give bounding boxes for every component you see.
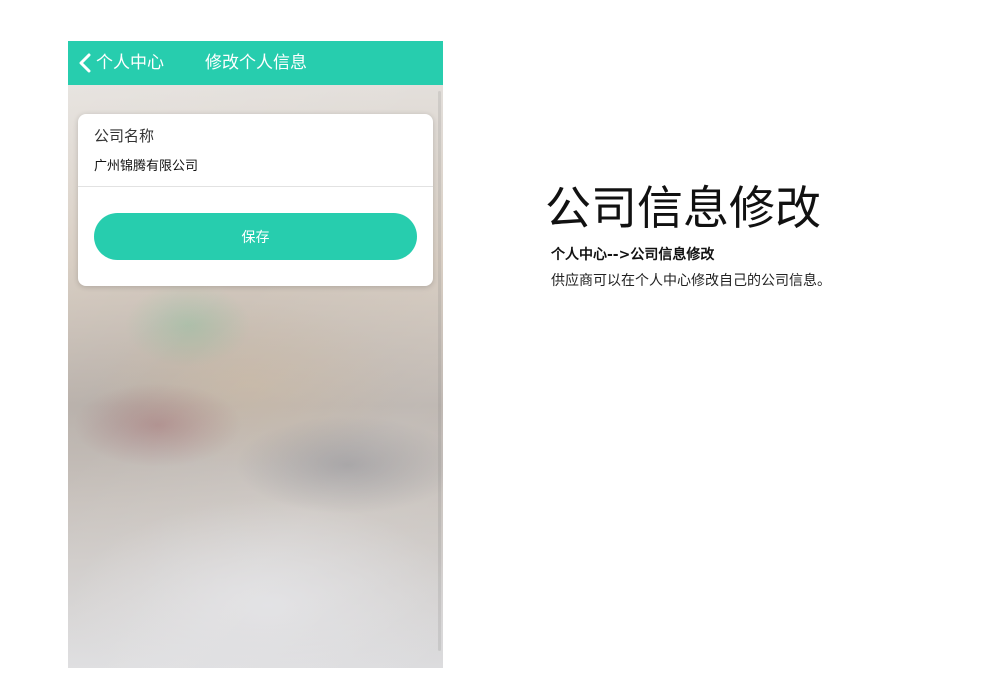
- chevron-left-icon: [74, 41, 96, 85]
- back-button[interactable]: 个人中心: [74, 41, 164, 85]
- company-name-input[interactable]: [94, 157, 414, 172]
- description-text: 供应商可以在个人中心修改自己的公司信息。: [551, 273, 831, 289]
- divider: [78, 186, 433, 187]
- save-button[interactable]: 保存: [94, 213, 417, 260]
- scrollbar[interactable]: [438, 91, 441, 651]
- phone-screen: 个人中心 修改个人信息 公司名称 保存: [68, 41, 443, 668]
- company-info-card: 公司名称 保存: [78, 114, 433, 286]
- description-title: 公司信息修改: [545, 181, 821, 235]
- navbar: 个人中心 修改个人信息: [68, 41, 443, 85]
- back-label: 个人中心: [96, 53, 164, 73]
- description-path: 个人中心-->公司信息修改: [551, 247, 715, 263]
- page-title: 修改个人信息: [205, 53, 307, 73]
- company-name-label: 公司名称: [94, 127, 155, 145]
